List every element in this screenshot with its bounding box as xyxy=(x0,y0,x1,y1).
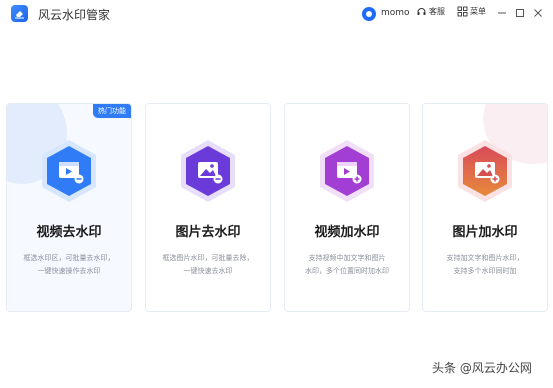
desc-line: 水印，多个位置同时加水印 xyxy=(305,267,389,275)
desc-line: 一键快速去水印 xyxy=(183,267,233,275)
user-avatar[interactable] xyxy=(362,7,376,21)
card-video-remove-watermark[interactable]: 热门功能 视频去水印 框选水印区，可批量去水印， 一键快速操作去水印 xyxy=(6,103,132,312)
title-bar: 风云水印管家 momo 客服 菜单 xyxy=(0,0,553,28)
image-remove-icon xyxy=(178,138,238,204)
service-button[interactable]: 客服 xyxy=(416,6,445,17)
menu-label: 菜单 xyxy=(470,7,486,16)
menu-button[interactable]: 菜单 xyxy=(457,6,486,17)
image-add-icon xyxy=(455,138,515,204)
headset-icon xyxy=(417,8,426,15)
minimize-icon xyxy=(498,12,506,14)
card-title: 视频加水印 xyxy=(314,225,380,240)
card-image-add-watermark[interactable]: 图片加水印 支持加文字和图片水印， 支持多个水印同时加 xyxy=(422,103,548,312)
video-add-icon xyxy=(317,138,377,204)
card-description: 框选图片水印，可批量去除， 一键快速去水印 xyxy=(154,252,262,278)
source-watermark: 头条 @风云办公网 xyxy=(432,361,532,375)
eraser-icon xyxy=(11,5,28,22)
service-label: 客服 xyxy=(429,7,445,16)
desc-line: 框选水印区，可批量去水印， xyxy=(23,254,115,262)
desc-line: 框选图片水印，可批量去除， xyxy=(162,254,254,262)
desc-line: 支持多个水印同时加 xyxy=(453,267,517,275)
minimize-button[interactable] xyxy=(495,6,509,20)
card-title: 视频去水印 xyxy=(36,225,102,240)
maximize-icon xyxy=(516,9,524,17)
app-title: 风云水印管家 xyxy=(38,8,111,22)
hot-badge: 热门功能 xyxy=(93,104,131,118)
desc-line: 支持视频中加文字和图片 xyxy=(308,254,386,262)
desc-line: 支持加文字和图片水印， xyxy=(446,254,524,262)
grid-menu-icon xyxy=(457,6,468,17)
card-title: 图片加水印 xyxy=(452,225,518,240)
card-image-remove-watermark[interactable]: 图片去水印 框选图片水印，可批量去除， 一键快速去水印 xyxy=(145,103,271,312)
video-remove-icon xyxy=(39,138,99,204)
maximize-button[interactable] xyxy=(513,6,527,20)
close-button[interactable] xyxy=(531,6,545,20)
card-title: 图片去水印 xyxy=(175,225,241,240)
desc-line: 一键快速操作去水印 xyxy=(37,267,101,275)
card-video-add-watermark[interactable]: 视频加水印 支持视频中加文字和图片 水印，多个位置同时加水印 xyxy=(284,103,410,312)
user-name[interactable]: momo xyxy=(381,8,410,18)
card-description: 框选水印区，可批量去水印， 一键快速操作去水印 xyxy=(15,252,123,278)
close-icon xyxy=(534,9,542,17)
card-description: 支持视频中加文字和图片 水印，多个位置同时加水印 xyxy=(293,252,401,278)
card-description: 支持加文字和图片水印， 支持多个水印同时加 xyxy=(431,252,539,278)
